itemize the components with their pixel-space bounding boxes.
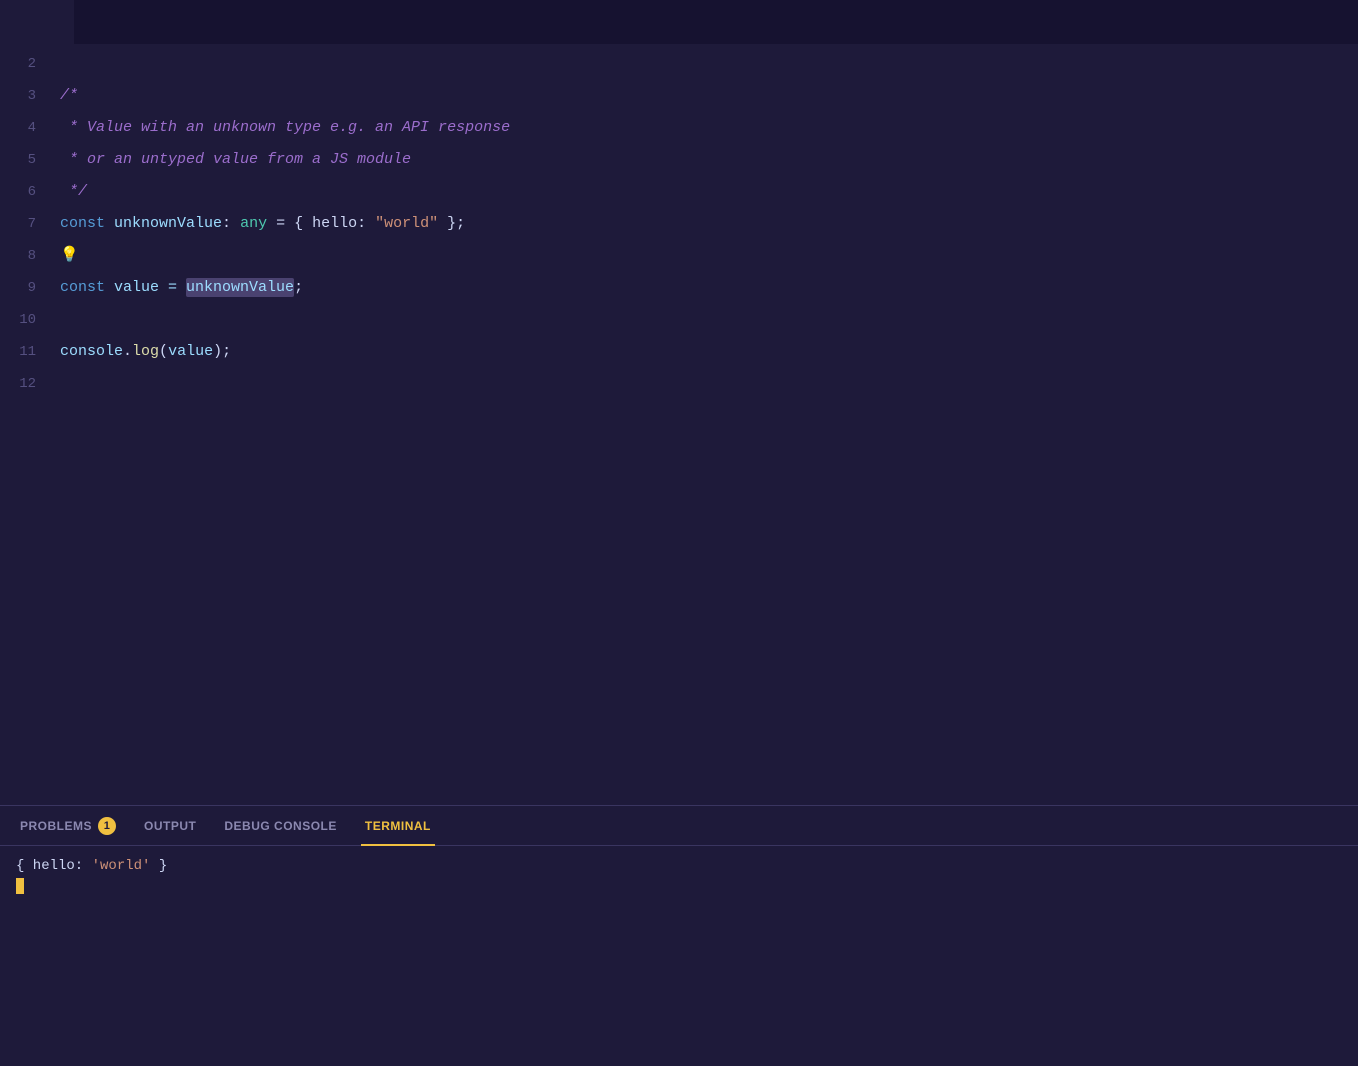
code-token: unknownValue xyxy=(105,215,222,232)
tab-bar xyxy=(0,0,1358,44)
terminal-cursor xyxy=(16,878,24,894)
code-token: }; xyxy=(438,215,465,232)
editor-area: 2 3/*4 * Value with an unknown type e.g.… xyxy=(0,44,1358,805)
line-content: * Value with an unknown type e.g. an API… xyxy=(60,112,510,144)
line-number: 2 xyxy=(0,48,60,80)
line-content xyxy=(60,48,69,80)
line-number: 12 xyxy=(0,368,60,400)
code-token: any xyxy=(240,215,267,232)
code-line: 3/* xyxy=(0,80,1358,112)
editor-tab[interactable] xyxy=(0,0,74,44)
code-token: ( xyxy=(159,343,168,360)
code-line: 11console.log(value); xyxy=(0,336,1358,368)
panel-tab-debug-console[interactable]: DEBUG CONSOLE xyxy=(212,806,349,846)
code-token: ; xyxy=(294,279,303,296)
code-line: 7const unknownValue: any = { hello: "wor… xyxy=(0,208,1358,240)
code-token: "world" xyxy=(375,215,438,232)
code-token: . xyxy=(123,343,132,360)
line-number: 4 xyxy=(0,112,60,144)
tab-close-button[interactable] xyxy=(40,14,58,32)
code-token: value xyxy=(168,343,213,360)
code-token: * Value with an unknown type e.g. an API… xyxy=(60,119,510,136)
line-number: 6 xyxy=(0,176,60,208)
line-number: 11 xyxy=(0,336,60,368)
code-line: 12 xyxy=(0,368,1358,400)
line-content: * or an untyped value from a JS module xyxy=(60,144,411,176)
code-line: 10 xyxy=(0,304,1358,336)
code-line: 6 */ xyxy=(0,176,1358,208)
code-line: 2 xyxy=(0,48,1358,80)
panel-tab-output[interactable]: OUTPUT xyxy=(132,806,208,846)
line-content xyxy=(60,304,69,336)
code-token: ); xyxy=(213,343,231,360)
line-content: console.log(value); xyxy=(60,336,231,368)
terminal-output-line: { hello: 'world' } xyxy=(16,858,1342,874)
terminal-content: { hello: 'world' } xyxy=(0,846,1358,1066)
code-token: : xyxy=(222,215,240,232)
line-content: const unknownValue: any = { hello: "worl… xyxy=(60,208,465,240)
bottom-panel: PROBLEMS 1 OUTPUT DEBUG CONSOLE TERMINAL { h… xyxy=(0,806,1358,1066)
line-number: 8 xyxy=(0,240,60,272)
line-content xyxy=(60,368,69,400)
line-number: 5 xyxy=(0,144,60,176)
terminal-cursor-line xyxy=(16,878,1342,895)
line-number: 7 xyxy=(0,208,60,240)
code-token: const xyxy=(60,279,105,296)
code-token: /* xyxy=(60,87,78,104)
panel-tab-problems[interactable]: PROBLEMS 1 xyxy=(8,806,128,846)
lightbulb-icon: 💡 xyxy=(60,247,79,264)
code-token: value = xyxy=(105,279,186,296)
code-token: log xyxy=(132,343,159,360)
code-token: = { hello: xyxy=(267,215,375,232)
line-number: 9 xyxy=(0,272,60,304)
code-line: 5 * or an untyped value from a JS module xyxy=(0,144,1358,176)
code-container: 2 3/*4 * Value with an unknown type e.g.… xyxy=(0,44,1358,805)
terminal-brace-open: { hello: xyxy=(16,858,92,874)
panel-tab-badge: 1 xyxy=(98,817,116,835)
code-token: const xyxy=(60,215,105,232)
code-line: 4 * Value with an unknown type e.g. an A… xyxy=(0,112,1358,144)
code-line: 9const value = unknownValue; xyxy=(0,272,1358,304)
code-token: * or an untyped value from a JS module xyxy=(60,151,411,168)
panel-tab-label: OUTPUT xyxy=(144,819,196,833)
line-content: */ xyxy=(60,176,87,208)
panel-tab-label: DEBUG CONSOLE xyxy=(224,819,337,833)
line-number: 3 xyxy=(0,80,60,112)
line-content: const value = unknownValue; xyxy=(60,272,303,304)
highlighted-token: unknownValue xyxy=(186,278,294,297)
line-content: 💡 xyxy=(60,240,79,272)
terminal-brace-close: } xyxy=(150,858,167,874)
terminal-string-value: 'world' xyxy=(92,858,151,874)
line-number: 10 xyxy=(0,304,60,336)
panel-tab-terminal[interactable]: TERMINAL xyxy=(353,806,443,846)
line-content: /* xyxy=(60,80,78,112)
panel-tabs: PROBLEMS 1 OUTPUT DEBUG CONSOLE TERMINAL xyxy=(0,806,1358,846)
code-token: */ xyxy=(60,183,87,200)
panel-tab-label: TERMINAL xyxy=(365,819,431,833)
code-token: console xyxy=(60,343,123,360)
panel-tab-label: PROBLEMS xyxy=(20,819,92,833)
code-line: 8💡 xyxy=(0,240,1358,272)
